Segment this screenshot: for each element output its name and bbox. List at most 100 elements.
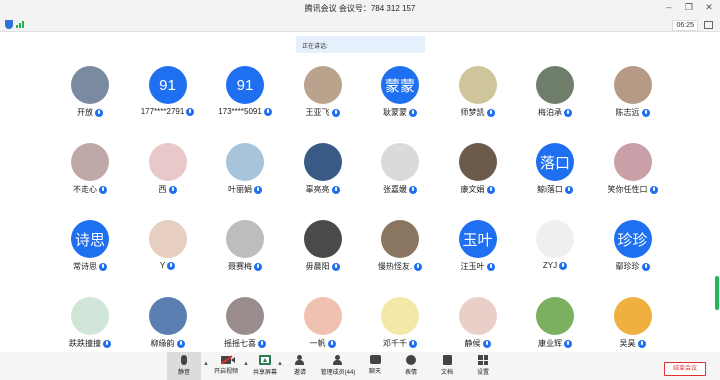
avatar [303,297,342,335]
microphone-icon [559,261,568,270]
settings-label: 设置 [476,370,489,376]
participant-tile[interactable]: 91 177****2791 [128,66,208,130]
participant-name-row: 常诗思 [50,261,130,272]
grid-view-icon[interactable] [704,21,713,29]
participant-name: 西 [158,185,167,194]
participant-name: 跌跌撞撞 [69,339,101,348]
participant-tile[interactable]: 聂赛梅 [205,220,285,284]
avatar [458,66,497,104]
microphone-icon [95,108,103,117]
participant-tile[interactable]: 落口 鲸i落口 [515,143,595,207]
microphone-icon [327,339,336,348]
participant-tile[interactable]: 开放 [50,66,130,130]
participant-name: 辜亮亮 [305,185,330,194]
microphone-icon [258,339,266,348]
minimize-icon[interactable]: – [664,2,674,13]
participant-tile[interactable]: 张嘉媛 [360,143,440,207]
microphone-icon [99,262,107,271]
participant-tile[interactable]: 蒙蒙 耿蒙蒙 [360,66,440,130]
participant-name-row: 静候 [438,338,518,349]
participant-tile[interactable]: 笑你任性口 [593,143,673,207]
share-label: 共享屏幕 [252,370,277,376]
participant-name: 开放 [77,108,93,117]
participant-tile[interactable]: 诗思 常诗思 [50,220,130,284]
avatar [71,297,109,335]
participant-tile[interactable]: Y [128,220,208,284]
emoji-button[interactable]: 表情 [394,352,428,380]
avatar [381,143,419,181]
participant-name: 耿蒙蒙 [383,108,407,117]
participant-tile[interactable]: ZYJ [515,220,595,284]
participant-name: 毋晨阳 [305,262,330,271]
microphone-icon [641,262,650,271]
invite-button[interactable]: 邀请 [283,352,317,380]
microphone-icon [486,108,495,117]
participant-name: 邓千千 [383,339,407,348]
avatar: 91 [226,66,264,104]
participant-name: 张嘉媛 [383,185,407,194]
participant-tile[interactable]: 康文娟 [438,143,518,207]
manage-members-button[interactable]: 管理成员(44) [320,352,356,380]
participant-tile[interactable]: 师梦凯 [438,66,518,130]
participant-tile[interactable]: 王亚飞 [283,66,363,130]
participant-name-row: 鄢珍珍 [593,261,673,272]
participant-tile[interactable]: 西 [128,143,208,207]
microphone-icon [486,185,495,194]
microphone-icon [331,108,340,117]
scrollbar-thumb[interactable] [715,276,719,310]
settings-button[interactable]: 设置 [466,352,500,380]
participant-name: 不走心 [73,185,97,194]
participant-tile[interactable]: 珍珍 鄢珍珍 [593,220,673,284]
participant-tile[interactable]: 不走心 [50,143,130,207]
avatar: 落口 [536,143,574,181]
avatar: 珍珍 [613,220,652,258]
mute-label: 静音 [177,370,190,376]
chat-button[interactable]: 聊天 [358,352,392,380]
participant-tile[interactable]: 玉叶 汪玉叶 [438,220,518,284]
avatar [303,143,342,181]
participant-name-row: 耿蒙蒙 [360,107,440,118]
microphone-icon [641,108,650,117]
participant-tile[interactable]: 陈志远 [593,66,673,130]
participant-name: 慢热怪友. [377,262,413,271]
participant-name-row: 王亚飞 [283,107,363,118]
participant-tile[interactable]: 毋晨阳 [283,220,363,284]
avatar [613,297,652,335]
video-button[interactable]: 开启视频 [209,352,243,380]
status-bar: 06:25 [0,18,720,32]
microphone-icon [254,185,262,194]
end-meeting-button[interactable]: 结束会议 [664,362,706,376]
share-screen-icon [259,355,271,365]
signal-icon[interactable] [16,21,24,28]
shield-icon[interactable] [5,20,13,29]
restore-icon[interactable]: ❐ [684,2,694,13]
mute-button[interactable]: 静音 [167,352,201,380]
participant-tile[interactable]: 梅泊承 [515,66,595,130]
participant-tile[interactable]: 叶丽娟 [205,143,285,207]
participant-name: 康业辉 [538,339,562,348]
microphone-icon [482,339,491,348]
microphone-icon [486,262,495,271]
participant-name: 一帆 [309,339,326,348]
participant-tile[interactable]: 慢热怪友. [360,220,440,284]
avatar [381,220,419,258]
participant-name: 聂赛梅 [228,262,252,271]
participant-name: 177****2791 [140,107,185,116]
emoji-icon [406,355,416,365]
participant-tile[interactable]: 91 173****5091 [205,66,285,130]
participant-name-row: 摇摇七喜 [205,338,285,349]
microphone-icon [331,262,340,271]
video-off-icon [221,356,231,364]
meeting-toolbar: 静音 ▲ 开启视频 ▲ 共享屏幕 ▲ 邀请 管理成员(44) 聊天 表情 文档 … [0,352,720,380]
participant-name-row: 一帆 [283,338,363,349]
docs-button[interactable]: 文档 [430,352,464,380]
microphone-icon [168,185,177,194]
participant-name: 柳缘韵 [150,339,175,348]
participant-name: 173****5091 [218,107,262,116]
participant-name: 叶丽娟 [228,185,252,194]
close-icon[interactable]: ✕ [704,2,714,13]
participant-name-row: 跌跌撞撞 [50,338,130,349]
avatar [148,220,187,258]
participant-tile[interactable]: 辜亮亮 [283,143,363,207]
microphone-icon [649,185,658,194]
